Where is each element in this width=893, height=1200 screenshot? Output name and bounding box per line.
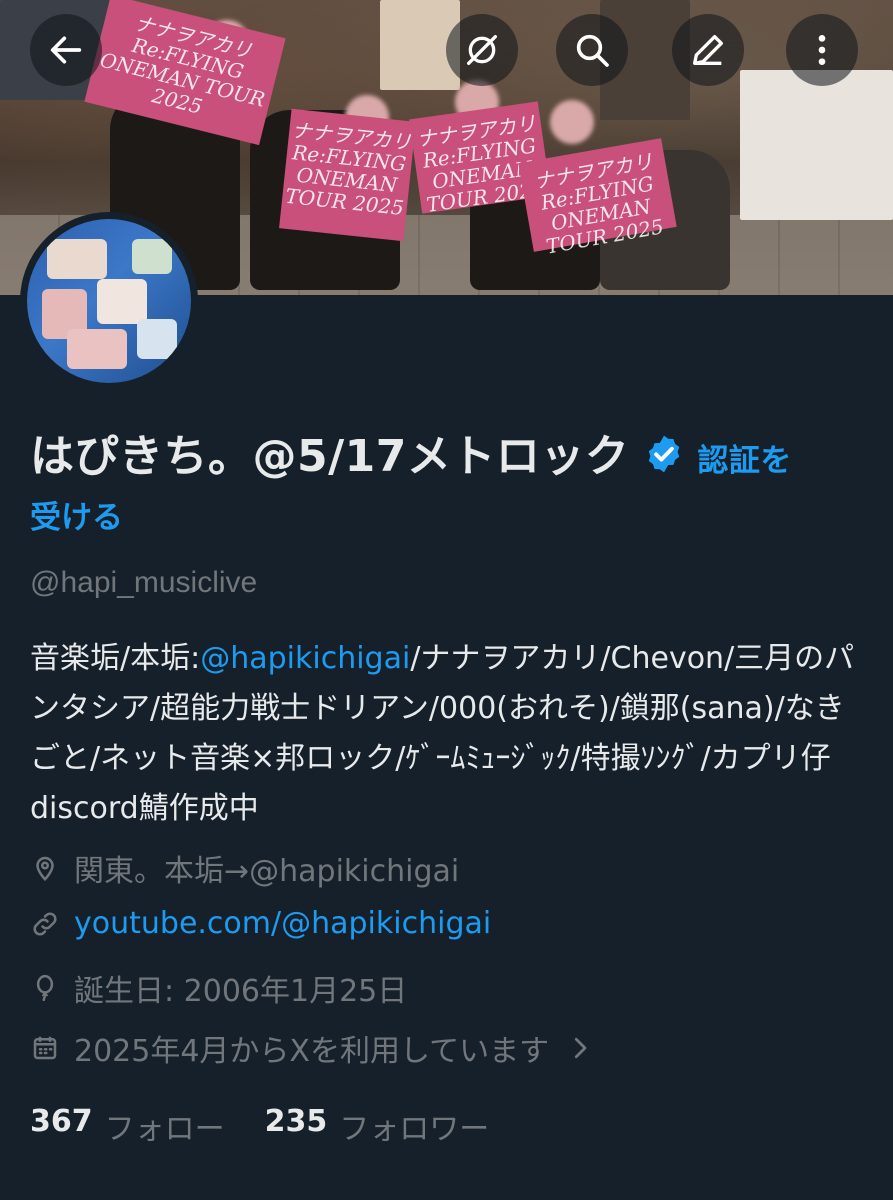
- location-row: 関東。本垢→@hapikichigai: [30, 846, 459, 890]
- following-stat[interactable]: 367 フォロー: [30, 1104, 225, 1148]
- display-name: はぴきち。@5/17メトロック 認証を: [30, 431, 792, 482]
- balloon-icon: [36, 974, 54, 1002]
- link-icon: [33, 911, 57, 936]
- followers-stat[interactable]: 235 フォロワー: [265, 1104, 490, 1148]
- translate-off-button[interactable]: [446, 14, 518, 86]
- calendar-icon: [33, 1036, 57, 1060]
- website-link[interactable]: youtube.com/@hapikichigai: [74, 906, 491, 941]
- birthday-text: 誕生日: 2006年1月25日: [74, 974, 408, 1009]
- profile-bio: 音楽垢/本垢:@hapikichigai/ナナヲアカリ/Chevon/三月のパン…: [30, 634, 870, 834]
- website-row: youtube.com/@hapikichigai: [30, 906, 491, 941]
- banner-poster: [740, 70, 893, 220]
- birthday-row: 誕生日: 2006年1月25日: [30, 966, 407, 1010]
- following-label: フォロー: [104, 1112, 225, 1147]
- chevron-right-icon: [574, 1037, 587, 1059]
- search-icon: [576, 34, 609, 67]
- sync-off-icon: [467, 35, 497, 65]
- location-text: 関東。本垢→@hapikichigai: [74, 854, 460, 889]
- back-button[interactable]: [30, 14, 102, 86]
- joined-row[interactable]: 2025年4月からXを利用しています: [30, 1026, 609, 1070]
- pencil-icon: [693, 35, 723, 65]
- following-count: 367: [30, 1104, 93, 1139]
- search-button[interactable]: [556, 14, 628, 86]
- follow-stats: 367 フォロー 235 フォロワー: [30, 1104, 529, 1148]
- bio-text: 音楽垢/本垢:: [30, 641, 201, 676]
- get-verified-link[interactable]: 認証を: [697, 443, 792, 479]
- bio-mention-link[interactable]: @hapikichigai: [200, 641, 410, 676]
- location-pin-icon: [36, 856, 54, 882]
- banner-towel: ナナヲアカリ Re:FLYING ONEMAN TOUR 2025: [279, 108, 416, 242]
- followers-label: フォロワー: [339, 1112, 490, 1147]
- get-verified-link-continued[interactable]: 受ける: [30, 494, 860, 542]
- avatar-image: [27, 219, 191, 383]
- followers-count: 235: [264, 1104, 328, 1139]
- username-handle: @hapi_musiclive: [30, 566, 258, 599]
- verified-badge-icon[interactable]: [643, 433, 685, 475]
- more-button[interactable]: [786, 14, 858, 86]
- profile-name-block: はぴきち。@5/17メトロック 認証を 受ける: [30, 428, 860, 542]
- arrow-left-icon: [50, 36, 82, 64]
- avatar[interactable]: [20, 212, 198, 390]
- joined-text: 2025年4月からXを利用しています: [74, 1034, 550, 1069]
- more-vertical-icon: [818, 35, 826, 65]
- edit-button[interactable]: [672, 14, 744, 86]
- banner-face-blur: [550, 100, 594, 144]
